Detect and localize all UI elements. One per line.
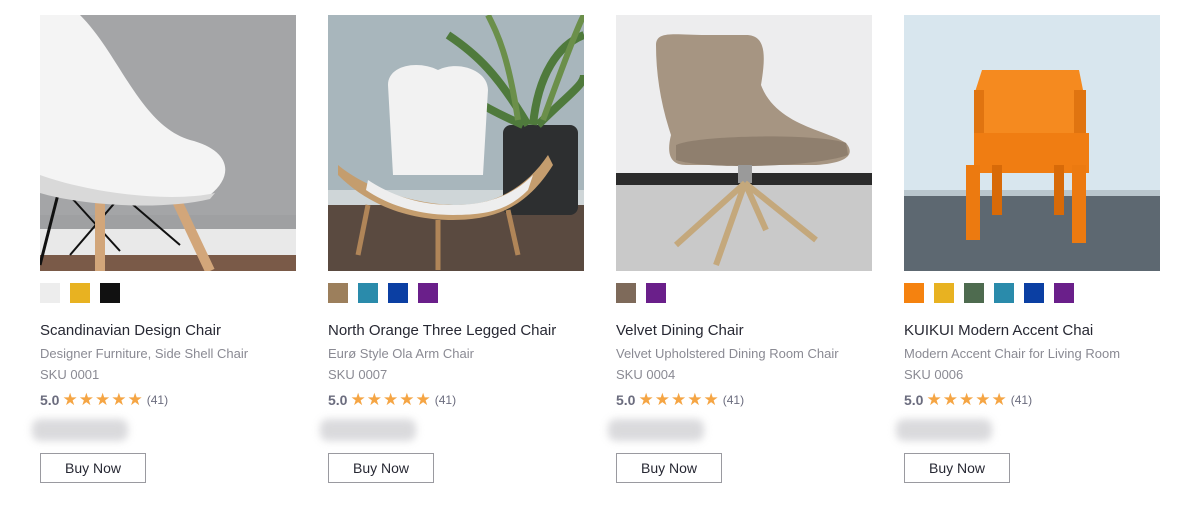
star-icon: ★ xyxy=(350,389,366,410)
color-swatch[interactable] xyxy=(904,283,924,303)
price-blurred xyxy=(608,419,704,441)
rating-stars: ★ ★ ★ ★ ★ xyxy=(62,389,143,410)
color-swatch[interactable] xyxy=(646,283,666,303)
color-swatch[interactable] xyxy=(934,283,954,303)
product-sku: SKU 0006 xyxy=(904,367,964,382)
star-icon: ★ xyxy=(111,389,127,410)
star-icon: ★ xyxy=(78,389,94,410)
rating-count: (41) xyxy=(722,393,745,407)
product-subtitle: Modern Accent Chair for Living Room xyxy=(904,346,1121,361)
star-icon: ★ xyxy=(687,389,703,410)
star-icon: ★ xyxy=(382,389,399,410)
rating-stars: ★ ★ ★ ★ ★ xyxy=(638,389,719,410)
star-icon: ★ xyxy=(366,389,382,410)
color-swatches xyxy=(328,283,584,303)
rating-value: 5.0 xyxy=(40,392,60,408)
color-swatch[interactable] xyxy=(418,283,438,303)
product-grid: Scandinavian Design Chair Designer Furni… xyxy=(32,15,1160,483)
rating-count: (41) xyxy=(1010,393,1033,407)
star-icon: ★ xyxy=(703,389,719,410)
rating-count: (41) xyxy=(146,393,169,407)
product-card: North Orange Three Legged Chair Eurø Sty… xyxy=(320,15,584,483)
star-icon: ★ xyxy=(670,389,687,410)
color-swatch[interactable] xyxy=(70,283,90,303)
color-swatch[interactable] xyxy=(1054,283,1074,303)
product-card: Scandinavian Design Chair Designer Furni… xyxy=(32,15,296,483)
color-swatch[interactable] xyxy=(100,283,120,303)
product-rating: 5.0 ★ ★ ★ ★ ★ (41) xyxy=(616,391,872,409)
product-rating: 5.0 ★ ★ ★ ★ ★ (41) xyxy=(904,391,1160,409)
star-icon: ★ xyxy=(127,389,143,410)
product-sku: SKU 0001 xyxy=(40,367,100,382)
product-card: KUIKUI Modern Accent Chai Modern Accent … xyxy=(896,15,1160,483)
color-swatch[interactable] xyxy=(328,283,348,303)
product-image[interactable] xyxy=(616,15,872,271)
product-title[interactable]: Velvet Dining Chair xyxy=(616,322,872,340)
color-swatch[interactable] xyxy=(40,283,60,303)
color-swatches xyxy=(40,283,296,303)
rating-value: 5.0 xyxy=(904,392,924,408)
color-swatch[interactable] xyxy=(964,283,984,303)
product-sku: SKU 0007 xyxy=(328,367,388,382)
product-title[interactable]: Scandinavian Design Chair xyxy=(40,322,296,340)
rating-value: 5.0 xyxy=(616,392,636,408)
star-icon: ★ xyxy=(654,389,670,410)
buy-now-button[interactable]: Buy Now xyxy=(616,453,722,483)
color-swatch[interactable] xyxy=(616,283,636,303)
product-sku: SKU 0004 xyxy=(616,367,676,382)
buy-now-button[interactable]: Buy Now xyxy=(328,453,434,483)
price-blurred xyxy=(32,419,128,441)
star-icon: ★ xyxy=(638,389,654,410)
rating-value: 5.0 xyxy=(328,392,348,408)
star-icon: ★ xyxy=(62,389,78,410)
rating-stars: ★ ★ ★ ★ ★ xyxy=(926,389,1007,410)
product-title[interactable]: North Orange Three Legged Chair xyxy=(328,322,584,340)
product-image[interactable] xyxy=(328,15,584,271)
buy-now-button[interactable]: Buy Now xyxy=(40,453,146,483)
rating-count: (41) xyxy=(434,393,457,407)
star-icon: ★ xyxy=(942,389,958,410)
color-swatch[interactable] xyxy=(388,283,408,303)
buy-now-button[interactable]: Buy Now xyxy=(904,453,1010,483)
star-icon: ★ xyxy=(958,389,975,410)
color-swatches xyxy=(904,283,1160,303)
price-blurred xyxy=(320,419,416,441)
color-swatch[interactable] xyxy=(1024,283,1044,303)
color-swatch[interactable] xyxy=(358,283,378,303)
star-icon: ★ xyxy=(991,389,1007,410)
product-title[interactable]: KUIKUI Modern Accent Chai xyxy=(904,322,1160,340)
product-image[interactable] xyxy=(904,15,1160,271)
product-card: Velvet Dining Chair Velvet Upholstered D… xyxy=(608,15,872,483)
star-icon: ★ xyxy=(399,389,415,410)
price-blurred xyxy=(896,419,992,441)
star-icon: ★ xyxy=(926,389,942,410)
star-icon: ★ xyxy=(975,389,991,410)
product-rating: 5.0 ★ ★ ★ ★ ★ (41) xyxy=(328,391,584,409)
color-swatch[interactable] xyxy=(994,283,1014,303)
star-icon: ★ xyxy=(415,389,431,410)
product-subtitle: Designer Furniture, Side Shell Chair xyxy=(40,346,249,361)
product-image[interactable] xyxy=(40,15,296,271)
color-swatches xyxy=(616,283,872,303)
product-subtitle: Velvet Upholstered Dining Room Chair xyxy=(616,346,839,361)
rating-stars: ★ ★ ★ ★ ★ xyxy=(350,389,431,410)
product-subtitle: Eurø Style Ola Arm Chair xyxy=(328,346,474,361)
product-rating: 5.0 ★ ★ ★ ★ ★ (41) xyxy=(40,391,296,409)
star-icon: ★ xyxy=(94,389,111,410)
